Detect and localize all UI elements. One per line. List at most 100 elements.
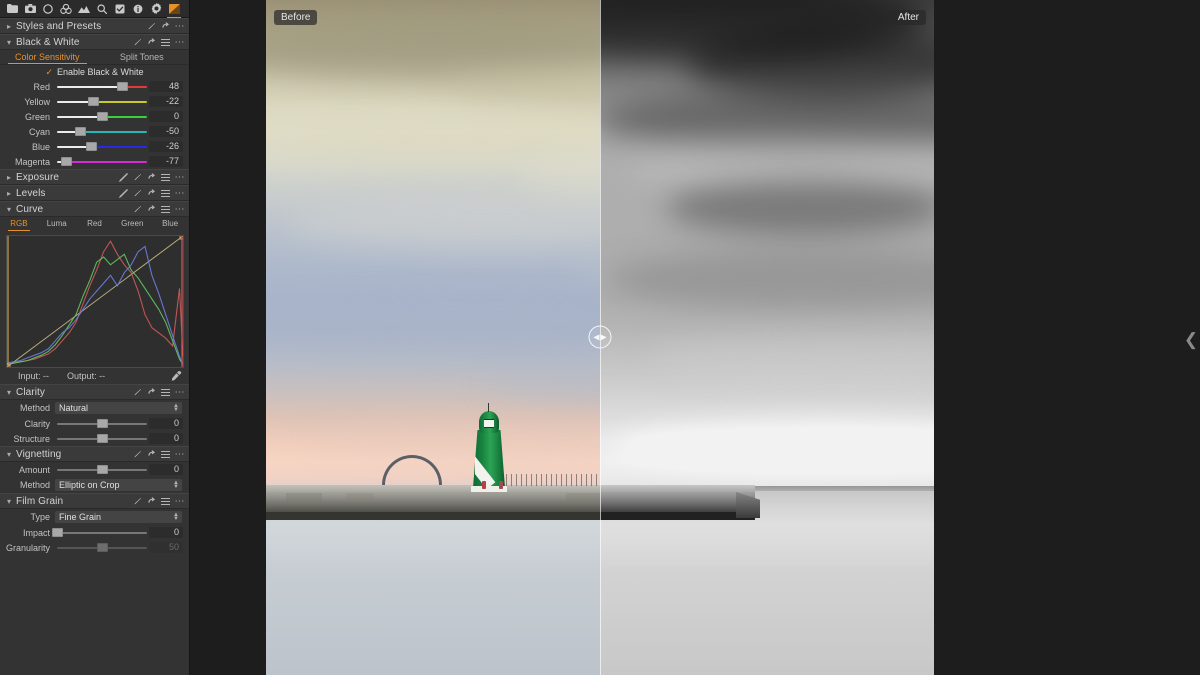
landscape-icon[interactable]	[75, 0, 93, 18]
checkbox-icon[interactable]	[111, 0, 129, 18]
slider-value[interactable]: 50	[149, 542, 183, 553]
clarity-method-select[interactable]: Natural ▲ ▼	[55, 402, 182, 414]
curve-graph[interactable]	[3, 232, 187, 371]
curve-tab-green[interactable]: Green	[113, 217, 151, 231]
tab-color-sensitivity[interactable]: Color Sensitivity	[0, 50, 95, 64]
brush-icon[interactable]	[133, 387, 142, 397]
slider-value[interactable]: 0	[149, 418, 183, 429]
section-header-vignetting[interactable]: ▾ Vignetting ⋯	[0, 446, 189, 462]
pencil-icon[interactable]	[119, 172, 128, 182]
slider-handle[interactable]	[51, 528, 63, 537]
enable-black-white-row[interactable]: ✓ Enable Black & White	[0, 65, 189, 79]
pencil-icon[interactable]	[119, 188, 128, 198]
eyedropper-icon[interactable]	[171, 370, 182, 383]
slider-track-area[interactable]	[55, 124, 149, 139]
reset-arrow-icon[interactable]	[147, 172, 156, 182]
slider-track-area[interactable]	[55, 462, 149, 477]
right-panel-expand-chevron[interactable]: ❮	[1184, 325, 1198, 353]
slider-value[interactable]: 0	[149, 527, 183, 538]
curve-tab-rgb[interactable]: RGB	[0, 217, 38, 231]
reset-arrow-icon[interactable]	[147, 37, 156, 47]
section-header-levels[interactable]: ▸ Levels ⋯	[0, 185, 189, 201]
reset-arrow-icon[interactable]	[147, 496, 156, 506]
curve-tab-red[interactable]: Red	[76, 217, 114, 231]
before-after-split-handle[interactable]: ◀ ▶	[588, 325, 612, 349]
slider-track-area[interactable]	[55, 416, 149, 431]
film-grain-type-select[interactable]: Fine Grain ▲ ▼	[55, 511, 182, 523]
slider-value[interactable]: 0	[149, 464, 183, 475]
brush-icon[interactable]	[133, 204, 142, 214]
slider-handle[interactable]	[97, 434, 108, 443]
slider-handle[interactable]	[116, 82, 128, 91]
brush-icon[interactable]	[133, 449, 142, 459]
slider-track-area[interactable]	[55, 154, 149, 169]
slider-handle[interactable]	[85, 142, 97, 151]
brush-icon[interactable]	[133, 496, 142, 506]
slider-handle[interactable]	[97, 465, 108, 474]
brush-icon[interactable]	[133, 37, 142, 47]
ellipsis-icon[interactable]: ⋯	[175, 204, 185, 215]
library-folder-icon[interactable]	[3, 0, 21, 18]
brush-icon[interactable]	[133, 188, 142, 198]
camera-icon[interactable]	[21, 0, 39, 18]
ellipsis-icon[interactable]: ⋯	[175, 172, 185, 183]
section-header-curve[interactable]: ▾ Curve ⋯	[0, 201, 189, 217]
slider-handle[interactable]	[97, 543, 108, 552]
hamburger-menu-icon[interactable]	[161, 387, 170, 397]
ellipsis-icon[interactable]: ⋯	[175, 387, 185, 398]
ellipsis-icon[interactable]: ⋯	[175, 449, 185, 460]
ellipsis-icon[interactable]: ⋯	[175, 37, 185, 48]
slider-track-area[interactable]	[55, 139, 149, 154]
gear-icon[interactable]	[147, 0, 165, 18]
curve-editor[interactable]	[0, 231, 189, 371]
slider-value[interactable]: -26	[149, 141, 183, 152]
slider-track-area[interactable]	[55, 431, 149, 446]
slider-value[interactable]: -50	[149, 126, 183, 137]
vignetting-method-select[interactable]: Elliptic on Crop ▲ ▼	[55, 479, 182, 491]
section-header-exposure[interactable]: ▸ Exposure ⋯	[0, 169, 189, 185]
brush-icon[interactable]	[133, 172, 142, 182]
slider-value[interactable]: -22	[149, 96, 183, 107]
info-icon[interactable]	[129, 0, 147, 18]
section-header-film-grain[interactable]: ▾ Film Grain ⋯	[0, 493, 189, 509]
ellipsis-icon[interactable]: ⋯	[175, 21, 185, 32]
slider-track-area[interactable]	[55, 79, 149, 94]
curve-tab-blue[interactable]: Blue	[151, 217, 189, 231]
slider-value[interactable]: 0	[149, 433, 183, 444]
slider-track-area[interactable]	[55, 540, 149, 555]
slider-track-area[interactable]	[55, 94, 149, 109]
tab-split-tones[interactable]: Split Tones	[95, 50, 190, 64]
slider-value[interactable]: -77	[149, 156, 183, 167]
slider-handle[interactable]	[97, 112, 108, 121]
reset-arrow-icon[interactable]	[147, 188, 156, 198]
slider-handle[interactable]	[87, 97, 99, 106]
section-header-black-white[interactable]: ▾ Black & White ⋯	[0, 34, 189, 50]
brush-icon[interactable]	[147, 21, 156, 31]
slider-value[interactable]: 0	[149, 111, 183, 122]
slider-track-area[interactable]	[51, 525, 149, 540]
reset-arrow-icon[interactable]	[147, 387, 156, 397]
section-header-styles-presets[interactable]: ▸ Styles and Presets ⋯	[0, 18, 189, 34]
hamburger-menu-icon[interactable]	[161, 204, 170, 214]
hamburger-menu-icon[interactable]	[161, 172, 170, 182]
curve-tab-luma[interactable]: Luma	[38, 217, 76, 231]
slider-track-area[interactable]	[55, 109, 149, 124]
reset-arrow-icon[interactable]	[161, 21, 170, 31]
hamburger-menu-icon[interactable]	[161, 37, 170, 47]
hamburger-menu-icon[interactable]	[161, 188, 170, 198]
ellipsis-icon[interactable]: ⋯	[175, 496, 185, 507]
reset-arrow-icon[interactable]	[147, 204, 156, 214]
slider-handle[interactable]	[61, 157, 73, 166]
ellipsis-icon[interactable]: ⋯	[175, 188, 185, 199]
circle-icon[interactable]	[39, 0, 57, 18]
section-header-clarity[interactable]: ▾ Clarity ⋯	[0, 384, 189, 400]
gradient-tool-icon[interactable]	[165, 0, 183, 18]
layers-icon[interactable]	[57, 0, 75, 18]
slider-handle[interactable]	[75, 127, 87, 136]
slider-value[interactable]: 48	[149, 81, 183, 92]
reset-arrow-icon[interactable]	[147, 449, 156, 459]
before-after-photo[interactable]: ◀ ▶ Before After	[266, 0, 934, 675]
search-icon[interactable]	[93, 0, 111, 18]
hamburger-menu-icon[interactable]	[161, 449, 170, 459]
slider-handle[interactable]	[97, 419, 108, 428]
